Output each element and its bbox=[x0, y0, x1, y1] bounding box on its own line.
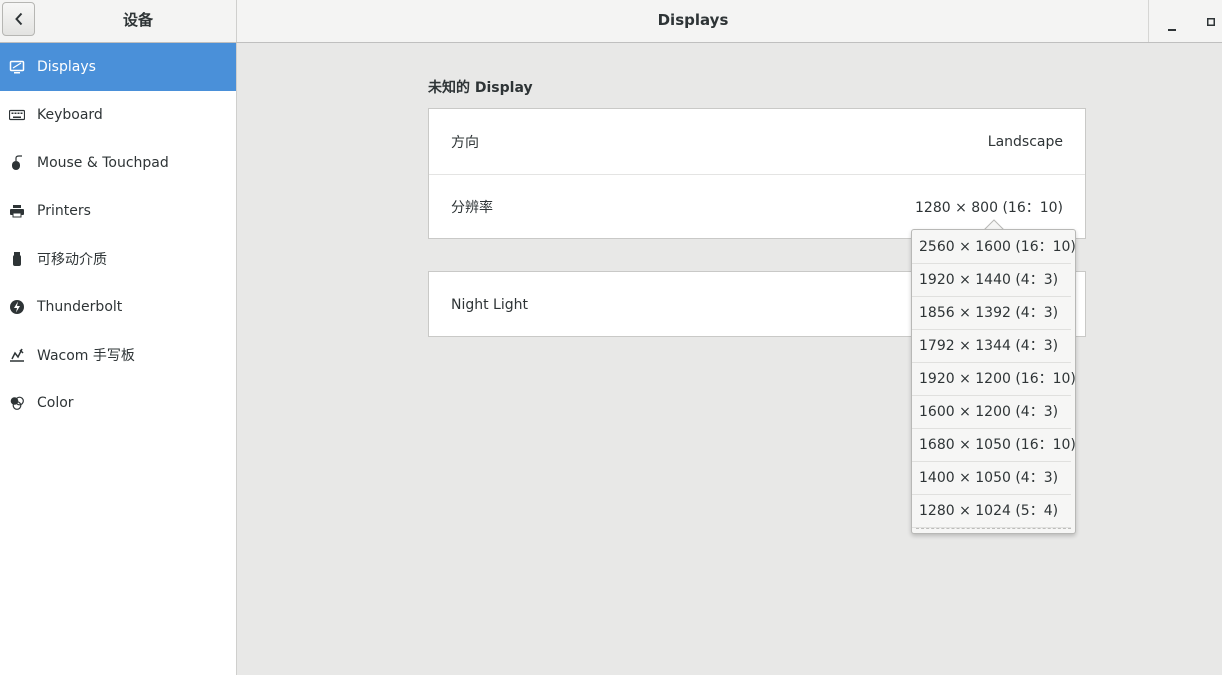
sidebar-item-label: Wacom 手写板 bbox=[37, 348, 135, 364]
orientation-value: Landscape bbox=[987, 133, 1063, 150]
minimize-icon bbox=[1168, 29, 1176, 31]
sidebar-item-keyboard[interactable]: Keyboard bbox=[0, 91, 236, 139]
resolution-option[interactable]: 1400 × 1050 (4：3) bbox=[912, 462, 1071, 495]
color-icon bbox=[9, 395, 25, 411]
resolution-option[interactable]: 1600 × 1200 (4：3) bbox=[912, 396, 1071, 429]
sidebar-item-label: Keyboard bbox=[37, 107, 103, 123]
printer-icon bbox=[9, 203, 25, 219]
resolution-popover: 2560 × 1600 (16：10) 1920 × 1440 (4：3) 18… bbox=[911, 229, 1076, 534]
sidebar-item-label: Color bbox=[37, 395, 74, 411]
back-button[interactable] bbox=[2, 2, 35, 36]
orientation-row[interactable]: 方向 Landscape bbox=[429, 109, 1085, 174]
sidebar-item-label: Printers bbox=[37, 203, 91, 219]
sidebar-item-label: Thunderbolt bbox=[37, 299, 123, 315]
resolution-option[interactable]: 1920 × 1200 (16：10) bbox=[912, 363, 1075, 396]
sidebar-item-label: Mouse & Touchpad bbox=[37, 155, 169, 171]
sidebar-item-removable-media[interactable]: 可移动介质 bbox=[0, 235, 236, 283]
resolution-list: 2560 × 1600 (16：10) 1920 × 1440 (4：3) 18… bbox=[912, 230, 1075, 528]
sidebar-item-mouse-touchpad[interactable]: Mouse & Touchpad bbox=[0, 139, 236, 187]
resolution-option[interactable]: 1680 × 1050 (16：10) bbox=[912, 429, 1075, 462]
night-light-label: Night Light bbox=[451, 296, 528, 313]
keyboard-icon bbox=[9, 107, 25, 123]
sidebar-item-displays[interactable]: Displays bbox=[0, 43, 236, 91]
orientation-label: 方向 bbox=[451, 134, 479, 151]
resolution-option[interactable]: 1856 × 1392 (4：3) bbox=[912, 297, 1071, 330]
maximize-icon bbox=[1207, 18, 1215, 26]
sidebar-header: 设备 bbox=[0, 0, 237, 42]
resolution-option[interactable]: 1280 × 1024 (5：4) bbox=[912, 495, 1071, 528]
chevron-left-icon bbox=[14, 12, 22, 26]
sidebar-title: 设备 bbox=[122, 11, 153, 29]
removable-media-icon bbox=[9, 251, 25, 267]
sidebar: Displays Keyboard Mouse & Touchpad Print… bbox=[0, 43, 237, 675]
page-title: Displays bbox=[657, 11, 729, 29]
minimize-button[interactable] bbox=[1160, 12, 1184, 32]
display-icon bbox=[9, 59, 25, 75]
sidebar-item-printers[interactable]: Printers bbox=[0, 187, 236, 235]
resolution-label: 分辨率 bbox=[451, 200, 493, 216]
sidebar-item-label: 可移动介质 bbox=[37, 252, 107, 268]
display-title: 未知的 Display bbox=[428, 80, 533, 96]
scroll-undershoot-indicator bbox=[916, 528, 1071, 529]
resolution-option[interactable]: 1920 × 1440 (4：3) bbox=[912, 264, 1071, 297]
header-separator bbox=[1148, 0, 1149, 42]
sidebar-item-wacom[interactable]: Wacom 手写板 bbox=[0, 331, 236, 379]
sidebar-item-thunderbolt[interactable]: Thunderbolt bbox=[0, 283, 236, 331]
thunderbolt-icon bbox=[9, 299, 25, 315]
tablet-icon bbox=[9, 347, 25, 363]
header-bar: 设备 Displays bbox=[0, 0, 1222, 43]
resolution-option[interactable]: 2560 × 1600 (16：10) bbox=[912, 231, 1075, 264]
sidebar-item-color[interactable]: Color bbox=[0, 379, 236, 427]
resolution-value: 1280 × 800 (16：10) bbox=[915, 200, 1063, 216]
resolution-option[interactable]: 1792 × 1344 (4：3) bbox=[912, 330, 1071, 363]
mouse-icon bbox=[9, 155, 25, 171]
maximize-button[interactable] bbox=[1200, 12, 1222, 32]
sidebar-item-label: Displays bbox=[37, 59, 96, 75]
